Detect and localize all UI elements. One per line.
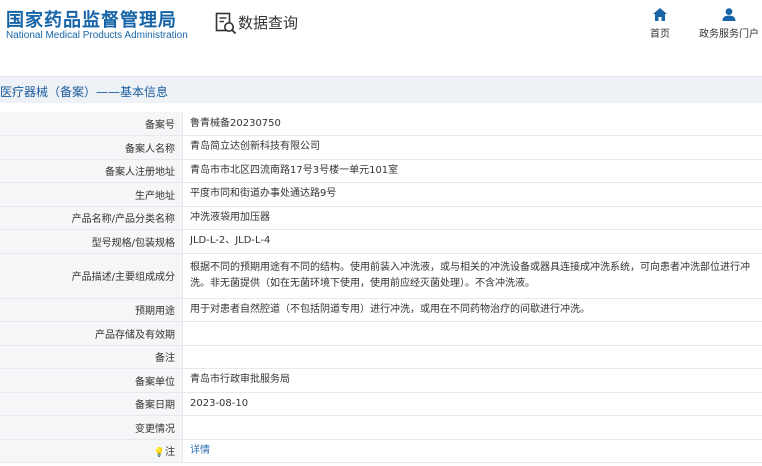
row-label-model-spec: 型号规格/包装规格: [0, 229, 183, 254]
row-label-change-status: 变更情况: [0, 415, 183, 440]
nav-home-label: 首页: [650, 29, 670, 40]
org-name-en[interactable]: National Medical Products Administration: [6, 30, 188, 41]
row-value-product-name: 冲洗液袋用加压器: [182, 206, 762, 230]
row-label-note: 💡注: [0, 439, 183, 463]
row-value-change-status: [182, 415, 762, 440]
table-row: 备案日期 2023-08-10: [0, 392, 762, 416]
org-name-cn[interactable]: 国家药品监督管理局: [6, 6, 177, 32]
nav-home[interactable]: 首页: [646, 8, 674, 40]
table-row: 备注: [0, 345, 762, 369]
row-label-filing-date: 备案日期: [0, 392, 183, 416]
user-icon: [722, 8, 736, 21]
row-label-production-address: 生产地址: [0, 182, 183, 207]
table-row: 💡注 详情: [0, 439, 762, 463]
row-label-description: 产品描述/主要组成成分: [0, 253, 183, 299]
table-row: 变更情况: [0, 415, 762, 440]
row-label-filing-unit: 备案单位: [0, 368, 183, 393]
row-label-storage-validity: 产品存储及有效期: [0, 321, 183, 346]
details-link[interactable]: 详情: [190, 445, 210, 456]
row-value-production-address: 平度市同和街道办事处通达路9号: [182, 182, 762, 207]
table-row: 产品存储及有效期: [0, 321, 762, 346]
row-label-record-number: 备案号: [0, 112, 183, 136]
row-value-description: 根据不同的预期用途有不同的结构。使用前装入冲洗液，或与相关的冲洗设备或器具连接成…: [182, 253, 762, 299]
row-label-remarks: 备注: [0, 345, 183, 369]
row-value-filing-date: 2023-08-10: [182, 392, 762, 416]
site-header: 国家药品监督管理局 National Medical Products Admi…: [0, 0, 762, 60]
row-value-record-number: 鲁青械备20230750: [182, 112, 762, 136]
table-row: 产品名称/产品分类名称 冲洗液袋用加压器: [0, 206, 762, 230]
table-row: 型号规格/包装规格 JLD-L-2、JLD-L-4: [0, 229, 762, 254]
page-title: 数据查询: [238, 14, 299, 32]
row-value-registered-address: 青岛市市北区四流南路17号3号楼一单元101室: [182, 159, 762, 183]
nav-service-portal[interactable]: 政务服务门户: [698, 8, 760, 40]
section-title: 医疗器械（备案）——基本信息: [0, 85, 169, 99]
document-search-icon: [215, 12, 237, 35]
home-icon: [653, 8, 667, 21]
row-label-registered-address: 备案人注册地址: [0, 159, 183, 183]
record-info-table: 备案号 鲁青械备20230750 备案人名称 青岛简立达创新科技有限公司 备案人…: [0, 112, 762, 463]
row-label-product-name: 产品名称/产品分类名称: [0, 206, 183, 230]
table-row: 备案单位 青岛市行政审批服务局: [0, 368, 762, 393]
row-value-note: 详情: [182, 439, 762, 463]
lightbulb-icon: 💡: [153, 448, 165, 459]
row-value-model-spec: JLD-L-2、JLD-L-4: [182, 229, 762, 254]
row-label-filer-name: 备案人名称: [0, 135, 183, 160]
row-value-remarks: [182, 345, 762, 369]
note-label: 注: [165, 447, 175, 459]
table-row: 生产地址 平度市同和街道办事处通达路9号: [0, 182, 762, 207]
section-title-bar: 医疗器械（备案）——基本信息: [0, 76, 762, 103]
table-row: 产品描述/主要组成成分 根据不同的预期用途有不同的结构。使用前装入冲洗液，或与相…: [0, 253, 762, 299]
table-row: 备案号 鲁青械备20230750: [0, 112, 762, 136]
nav-portal-label: 政务服务门户: [699, 29, 759, 40]
row-value-filing-unit: 青岛市行政审批服务局: [182, 368, 762, 393]
row-value-filer-name: 青岛简立达创新科技有限公司: [182, 135, 762, 160]
table-row: 备案人注册地址 青岛市市北区四流南路17号3号楼一单元101室: [0, 159, 762, 183]
row-label-intended-use: 预期用途: [0, 298, 183, 322]
row-value-intended-use: 用于对患者自然腔道（不包括阴道专用）进行冲洗，或用在不同药物治疗的间歇进行冲洗。: [182, 298, 762, 322]
row-value-storage-validity: [182, 321, 762, 346]
table-row: 预期用途 用于对患者自然腔道（不包括阴道专用）进行冲洗，或用在不同药物治疗的间歇…: [0, 298, 762, 322]
table-row: 备案人名称 青岛简立达创新科技有限公司: [0, 135, 762, 160]
